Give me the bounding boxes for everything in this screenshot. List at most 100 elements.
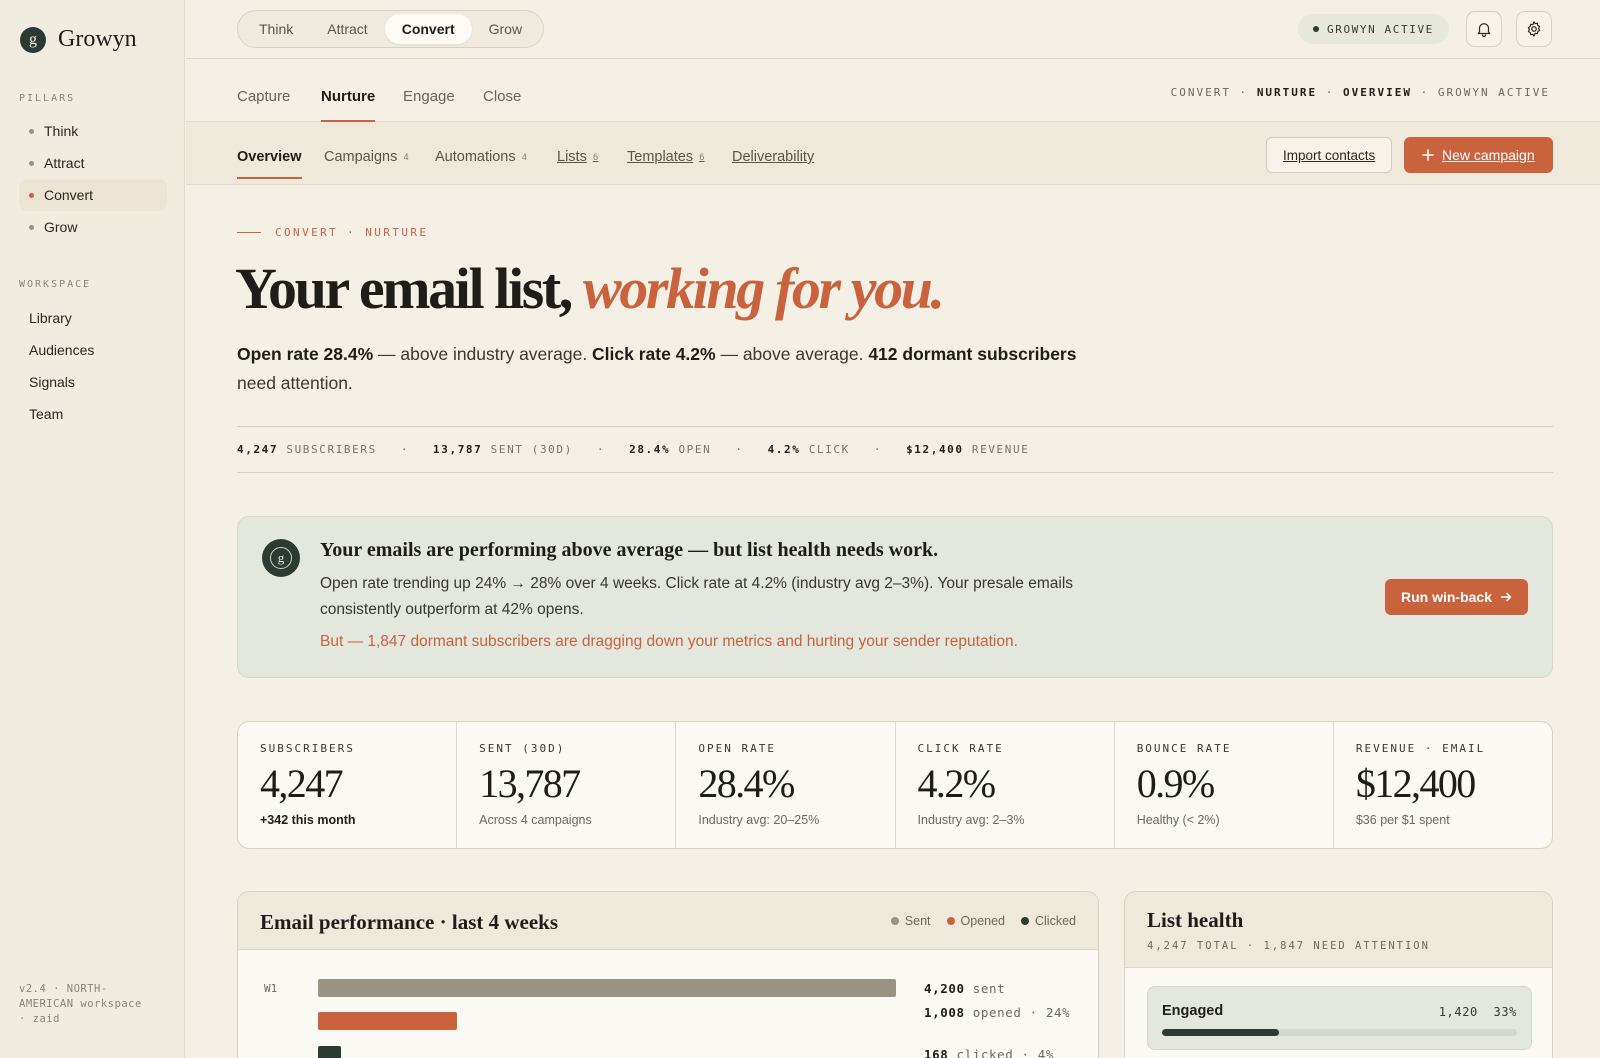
sidebar-item-grow[interactable]: Grow <box>19 211 167 243</box>
gear-icon <box>1527 21 1541 37</box>
strip-stat-label: REVENUE <box>971 443 1030 456</box>
summary-text: need attention. <box>237 373 353 393</box>
summary-click-rate: Click rate 4.2% <box>592 344 716 364</box>
subtab-capture[interactable]: Capture <box>237 88 290 122</box>
kpi-label: OPEN RATE <box>698 742 776 755</box>
breadcrumb-separator: · <box>1412 86 1438 99</box>
status-badge: GROWYN ACTIVE <box>1298 14 1449 44</box>
kpi-value: 0.9% <box>1136 761 1216 806</box>
version-footer: v2.4 · NORTH-AMERICAN workspace · zaid <box>19 983 142 1025</box>
eyebrow-rule <box>237 232 261 233</box>
bar-label-sent: 4,200 sent <box>924 980 1074 997</box>
new-campaign-button[interactable]: New campaign <box>1404 137 1553 173</box>
top-bar: Think Attract Convert Grow GROWYN ACTIVE <box>186 0 1600 59</box>
strip-separator: · <box>596 443 606 456</box>
kpi-subtext: Healthy (< 2%) <box>1136 813 1220 827</box>
bar-label-value: 4,200 <box>924 981 965 996</box>
kpi-cards: SUBSCRIBERS 4,247 +342 this month SENT (… <box>237 721 1553 849</box>
breadcrumb-status: GROWYN ACTIVE <box>1437 86 1550 99</box>
strip-stat-label: OPEN <box>678 443 712 456</box>
bar-label-value: 168 <box>924 1047 949 1058</box>
page-title-plain: Your email list, <box>235 256 584 321</box>
strip-separator: · <box>873 443 883 456</box>
breadcrumb-item[interactable]: NURTURE <box>1257 86 1317 99</box>
breadcrumb-current: OVERVIEW <box>1343 86 1413 99</box>
sidebar-item-label: Grow <box>44 219 78 235</box>
insight-body: Open rate trending up 24% → 28% over 4 w… <box>320 575 1074 618</box>
run-win-back-button[interactable]: Run win-back <box>1384 579 1528 615</box>
kpi-value: 4,247 <box>260 761 344 806</box>
breadcrumb: CONVERT · NURTURE · OVERVIEW · GROWYN AC… <box>1171 86 1550 99</box>
kpi-value: $12,400 <box>1355 761 1476 806</box>
tab-label: Deliverability <box>732 149 815 165</box>
sidebar-item-library[interactable]: Library <box>19 302 167 334</box>
tab-count: 6 <box>592 153 599 163</box>
tab-templates[interactable]: Templates 6 <box>627 149 705 179</box>
strip-stat-value: 4,247 <box>237 443 279 456</box>
notifications-button[interactable] <box>1466 11 1502 47</box>
bullet-icon <box>29 224 34 230</box>
pillar-tab-convert[interactable]: Convert <box>384 14 472 44</box>
sidebar-item-label: Signals <box>29 374 75 390</box>
pillar-tab-grow[interactable]: Grow <box>472 14 539 44</box>
pillar-tab-attract[interactable]: Attract <box>310 14 384 44</box>
strip-stat: 4.2% CLICK <box>768 443 850 456</box>
kpi-card-subscribers: SUBSCRIBERS 4,247 +342 this month <box>238 722 458 848</box>
strip-stat: 13,787 SENT (30D) <box>433 443 573 456</box>
summary-text: — above industry average. <box>373 344 593 364</box>
settings-button[interactable] <box>1516 11 1552 47</box>
pillar-tab-think[interactable]: Think <box>242 14 310 44</box>
tab-count: 4 <box>403 153 409 163</box>
bar-label-unit: clicked · 4% <box>948 1047 1055 1058</box>
sidebar-item-label: Attract <box>44 155 85 171</box>
tab-deliverability[interactable]: Deliverability <box>732 149 814 179</box>
tab-label: Automations <box>435 149 516 165</box>
bullet-icon <box>29 128 34 134</box>
chart-legend: Sent Opened Clicked <box>890 914 1076 928</box>
sidebar-item-attract[interactable]: Attract <box>19 147 167 179</box>
sidebar-pillars-list: Think Attract Convert Grow <box>19 115 167 243</box>
bar-sent <box>318 979 896 997</box>
legend-label: Opened <box>960 914 1005 928</box>
section-tabs: Overview Campaigns 4 Automations 4 Lists 6 … <box>186 122 1600 185</box>
sidebar-workspace-list: Library Audiences Signals Team <box>19 302 167 430</box>
kpi-label: BOUNCE RATE <box>1136 742 1232 755</box>
breadcrumb-item[interactable]: CONVERT <box>1171 86 1231 99</box>
sidebar-item-audiences[interactable]: Audiences <box>19 334 167 366</box>
assistant-avatar: g <box>262 539 300 577</box>
bell-icon <box>1477 23 1491 38</box>
tab-label: Campaigns <box>324 149 398 165</box>
tab-label: Templates <box>627 149 694 165</box>
subtab-nurture[interactable]: Nurture <box>321 88 376 122</box>
page-summary: Open rate 28.4% — above industry average… <box>237 340 1117 398</box>
segment-progress-fill <box>1162 1029 1280 1036</box>
sidebar-item-convert[interactable]: Convert <box>19 179 167 211</box>
page-title-accent: working for you. <box>583 256 945 321</box>
health-segment-engaged[interactable]: Engaged 1,420 33% <box>1147 986 1532 1050</box>
sidebar-item-team[interactable]: Team <box>19 398 167 430</box>
sidebar-item-signals[interactable]: Signals <box>19 366 167 398</box>
segment-percent: 33% <box>1493 1005 1517 1019</box>
legend-label: Sent <box>904 914 931 928</box>
sidebar-item-label: Library <box>29 310 72 326</box>
arrow-right-icon <box>1500 592 1512 602</box>
page-title: Your email list, working for you. <box>235 255 945 322</box>
sidebar-item-think[interactable]: Think <box>19 115 167 147</box>
insight-title: Your emails are performing above average… <box>320 539 939 561</box>
tab-overview[interactable]: Overview <box>237 149 302 179</box>
strip-stat: 28.4% OPEN <box>629 443 711 456</box>
tab-label: Overview <box>237 149 302 165</box>
panel-header: Email performance · last 4 weeks Sent Op… <box>238 892 1098 950</box>
strip-stat-value: 4.2% <box>767 443 801 456</box>
subtab-engage[interactable]: Engage <box>403 88 455 122</box>
tab-automations[interactable]: Automations 4 <box>435 149 527 179</box>
tab-campaigns[interactable]: Campaigns 4 <box>324 149 409 179</box>
brand-logo[interactable]: g Growyn <box>20 26 137 53</box>
import-contacts-button[interactable]: Import contacts <box>1266 137 1393 173</box>
legend-swatch <box>946 917 955 925</box>
subtab-close[interactable]: Close <box>483 88 521 122</box>
tab-count: 6 <box>699 153 705 163</box>
tab-lists[interactable]: Lists 6 <box>557 149 598 179</box>
email-performance-panel: Email performance · last 4 weeks Sent Op… <box>237 891 1099 1058</box>
strip-stat-label: CLICK <box>808 443 850 456</box>
